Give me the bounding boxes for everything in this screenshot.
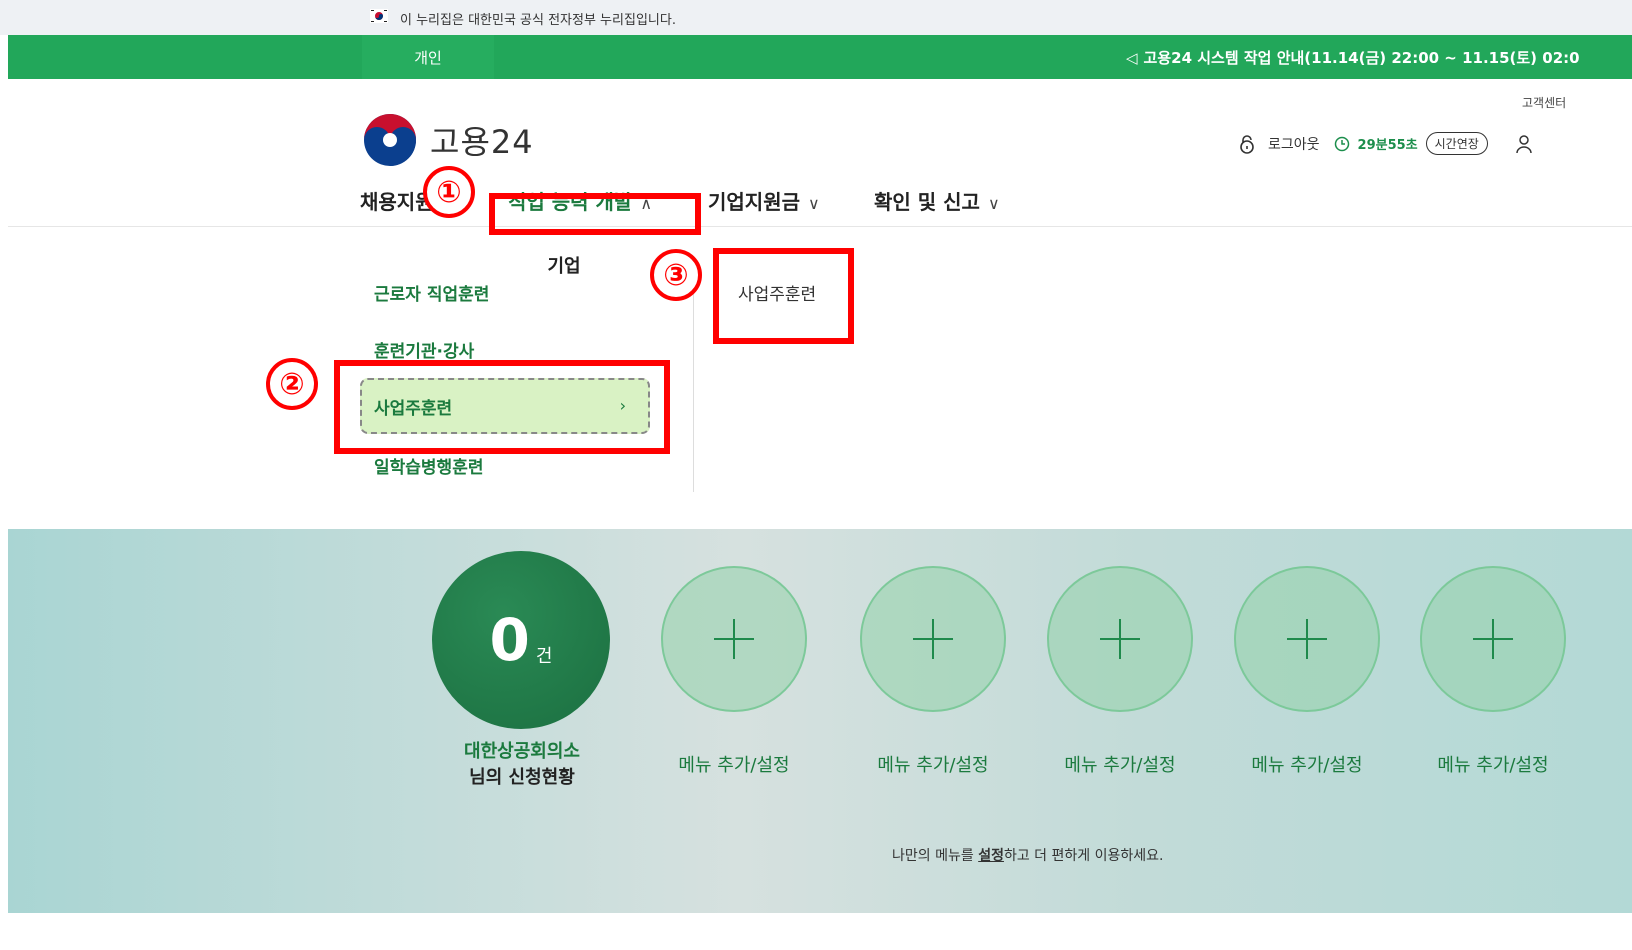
- gov-banner: 이 누리집은 대한민국 공식 전자정부 누리집입니다.: [0, 0, 1632, 35]
- tab-personal[interactable]: 개인: [362, 35, 494, 79]
- gnb-item-label: 확인 및 신고: [874, 190, 980, 214]
- user-session-bar: 로그아웃 29분55초 시간연장: [1238, 132, 1532, 155]
- gnb-item-subsidies[interactable]: 기업지원금 ∨: [708, 186, 820, 215]
- add-menu-button[interactable]: [860, 566, 1006, 712]
- government-emblem-icon: [364, 114, 416, 166]
- customer-center-link[interactable]: 고객센터: [1522, 94, 1566, 111]
- plus-icon: [1287, 619, 1327, 659]
- plus-icon: [913, 619, 953, 659]
- hint-text-after: 하고 더 편하게 이용하세요.: [1003, 848, 1164, 864]
- annotation-number-2: ②: [266, 358, 318, 410]
- system-notice-text: 고용24 시스템 작업 안내(11.14(금) 22:00 ~ 11.15(토)…: [1143, 49, 1580, 67]
- tab-company[interactable]: 기업: [494, 243, 634, 287]
- company-name: 대한상공회의소: [464, 741, 580, 762]
- gnb-item-label: 기업지원금: [708, 190, 800, 214]
- menu-setting-link[interactable]: 설정: [978, 848, 1004, 864]
- plus-icon: [714, 619, 754, 659]
- add-menu-button[interactable]: [1047, 566, 1193, 712]
- annotation-number-3: ③: [650, 249, 702, 301]
- submenu-item-worker-training[interactable]: 근로자 직업훈련: [374, 280, 489, 305]
- clock-icon: [1334, 136, 1349, 151]
- annotation-box-3: [713, 248, 854, 344]
- chevron-down-icon: ∨: [987, 194, 1000, 213]
- gov-banner-text: 이 누리집은 대한민국 공식 전자정부 누리집입니다.: [400, 13, 676, 28]
- add-menu-button[interactable]: [661, 566, 807, 712]
- user-icon[interactable]: [1516, 134, 1532, 153]
- hint-text-before: 나만의 메뉴를: [892, 848, 979, 864]
- logout-button[interactable]: 로그아웃: [1268, 134, 1320, 154]
- megaphone-icon: ◁: [1126, 49, 1138, 67]
- quick-menu-hero: 0 건 대한상공회의소 님의 신청현황 메뉴 추가/설정 메뉴 추가/설정 메뉴…: [8, 529, 1632, 913]
- lock-icon: [1240, 134, 1254, 154]
- add-menu-label[interactable]: 메뉴 추가/설정: [1040, 751, 1200, 777]
- plus-icon: [1473, 619, 1513, 659]
- add-menu-button[interactable]: [1234, 566, 1380, 712]
- annotation-number-1: ①: [423, 166, 475, 218]
- add-menu-button[interactable]: [1420, 566, 1566, 712]
- submenu-item-work-study[interactable]: 일학습병행훈련: [374, 453, 483, 478]
- add-menu-label[interactable]: 메뉴 추가/설정: [1413, 751, 1573, 777]
- extend-session-button[interactable]: 시간연장: [1425, 132, 1488, 155]
- top-bar: 개인 기업 ◁ 고용24 시스템 작업 안내(11.14(금) 22:00 ~ 1…: [8, 35, 1632, 287]
- korean-flag-icon: [370, 9, 388, 23]
- submenu-item-training-institution[interactable]: 훈련기관·강사: [374, 337, 474, 362]
- add-menu-label[interactable]: 메뉴 추가/설정: [853, 751, 1013, 777]
- annotation-box-2: [334, 360, 670, 454]
- system-notice[interactable]: ◁ 고용24 시스템 작업 안내(11.14(금) 22:00 ~ 11.15(토…: [1126, 47, 1580, 68]
- menu-setting-hint: 나만의 메뉴를 설정하고 더 편하게 이용하세요.: [892, 845, 1163, 865]
- add-menu-label[interactable]: 메뉴 추가/설정: [654, 751, 814, 777]
- logo-text: 고용24: [430, 123, 534, 161]
- application-count-circle[interactable]: 0 건: [432, 551, 610, 729]
- session-timer: 29분55초: [1357, 138, 1418, 153]
- application-count-unit: 건: [535, 646, 553, 667]
- plus-icon: [1100, 619, 1140, 659]
- annotation-box-1: [489, 193, 701, 235]
- application-count: 0: [489, 606, 530, 674]
- gnb-item-confirmation-report[interactable]: 확인 및 신고 ∨: [874, 186, 1000, 215]
- application-status-label: 님의 신청현황: [469, 767, 575, 788]
- chevron-down-icon: ∨: [808, 194, 820, 213]
- add-menu-label[interactable]: 메뉴 추가/설정: [1227, 751, 1387, 777]
- gnb-divider: [8, 226, 1632, 227]
- site-logo[interactable]: 고용24: [362, 112, 534, 168]
